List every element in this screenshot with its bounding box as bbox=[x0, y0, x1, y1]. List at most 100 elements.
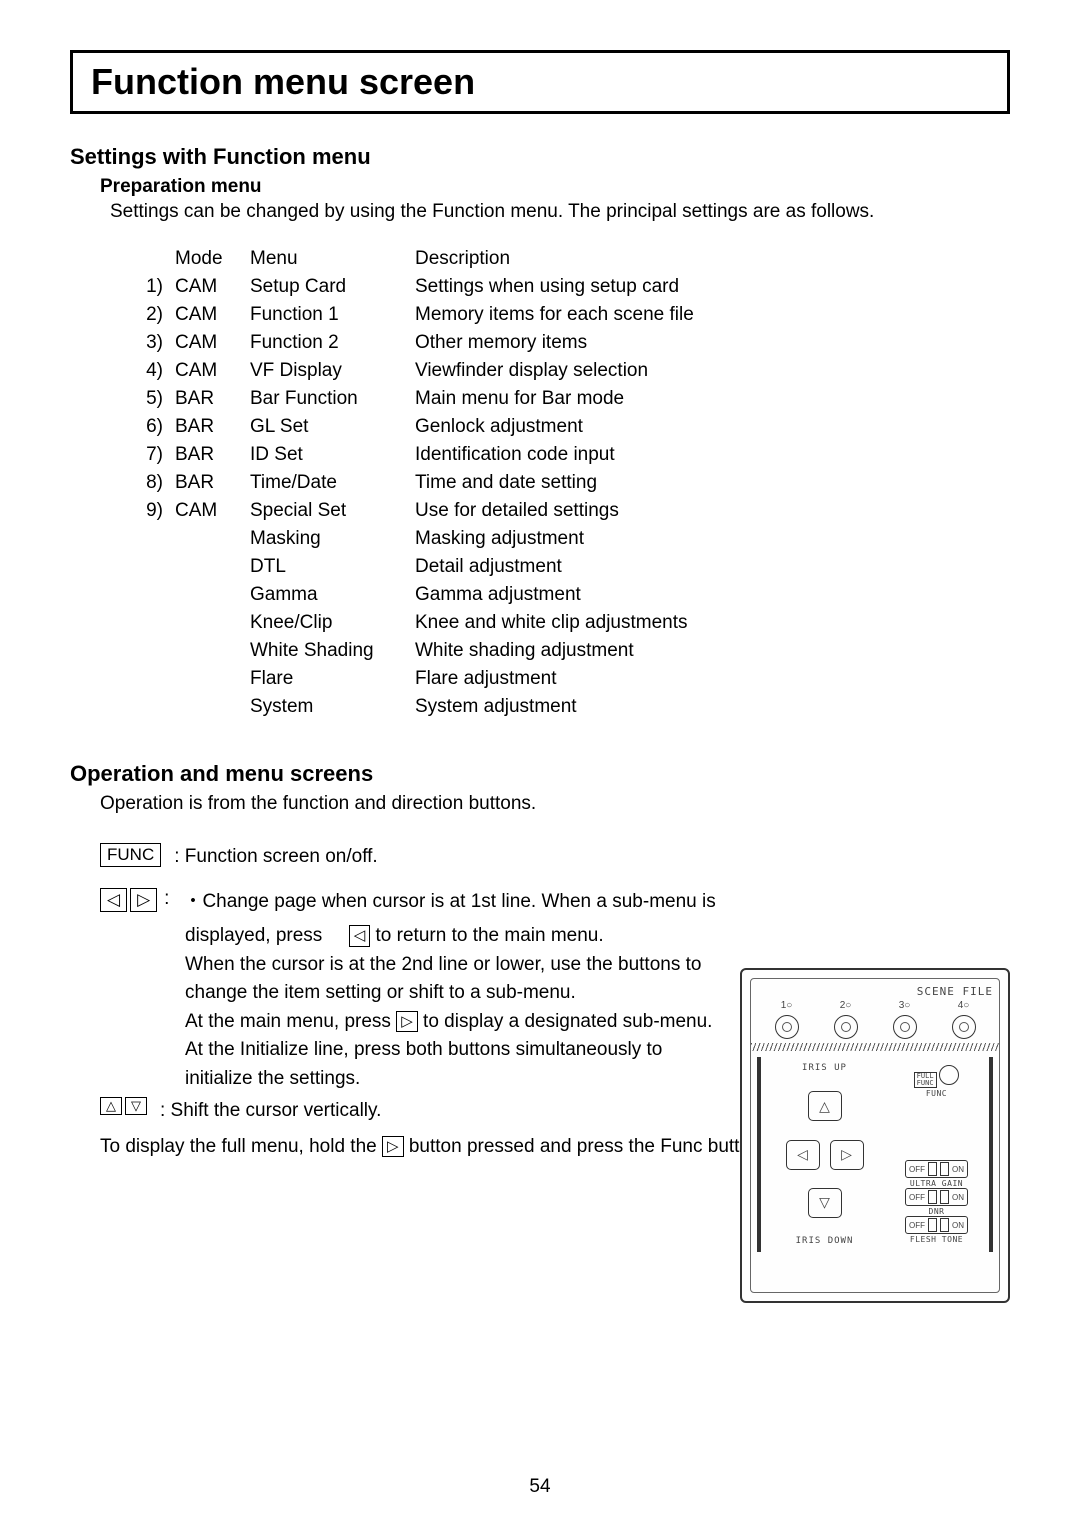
func-button[interactable] bbox=[939, 1065, 959, 1085]
inline-left-key[interactable]: ◁ bbox=[349, 925, 371, 947]
menu-table: Mode Menu Description 1)CAMSetup CardSet… bbox=[130, 245, 835, 721]
row-mode: BAR bbox=[175, 441, 250, 469]
lr-line4-post: to display a designated sub-menu. bbox=[423, 1011, 712, 1032]
control-panel-inner: SCENE FILE 1○ 2○ 3○ 4○ IRIS UP △ ◁ ▷ ▽ I… bbox=[750, 978, 1000, 1293]
row-desc: White shading adjustment bbox=[415, 637, 835, 665]
table-row: 3)CAMFunction 2Other memory items bbox=[130, 329, 835, 357]
func-key[interactable]: FUNC bbox=[100, 843, 161, 867]
settings-heading: Settings with Function menu bbox=[70, 144, 1010, 170]
row-num: 5) bbox=[130, 385, 175, 413]
toggle-slider-icon bbox=[940, 1162, 949, 1176]
row-desc: Memory items for each scene file bbox=[415, 301, 835, 329]
row-num: 8) bbox=[130, 469, 175, 497]
row-desc: Masking adjustment bbox=[415, 525, 835, 553]
preparation-intro: Settings can be changed by using the Fun… bbox=[110, 201, 1010, 223]
row-num bbox=[130, 665, 175, 693]
row-menu: Flare bbox=[250, 665, 415, 693]
scene-file-label: SCENE FILE bbox=[757, 985, 993, 998]
settings-section: Settings with Function menu Preparation … bbox=[70, 144, 1010, 721]
toggle-slider-icon bbox=[928, 1162, 937, 1176]
toggle-off: OFF bbox=[909, 1165, 925, 1174]
row-mode bbox=[175, 609, 250, 637]
table-row: 9)CAMSpecial SetUse for detailed setting… bbox=[130, 497, 835, 525]
row-menu: ID Set bbox=[250, 441, 415, 469]
row-desc: Viewfinder display selection bbox=[415, 357, 835, 385]
table-row: FlareFlare adjustment bbox=[130, 665, 835, 693]
toggle-slider-icon bbox=[928, 1190, 937, 1204]
row-desc: Settings when using setup card bbox=[415, 273, 835, 301]
toggle-on: ON bbox=[952, 1221, 964, 1230]
full-pre: To display the full menu, hold the bbox=[100, 1136, 377, 1157]
toggle-group: OFFONULTRA GAIN bbox=[890, 1160, 983, 1188]
table-row: Knee/ClipKnee and white clip adjustments bbox=[130, 609, 835, 637]
row-num bbox=[130, 553, 175, 581]
lr-line1b: displayed, press ◁ to return to the main… bbox=[185, 922, 1010, 951]
table-row: 1)CAMSetup CardSettings when using setup… bbox=[130, 273, 835, 301]
toggle-on: ON bbox=[952, 1193, 964, 1202]
table-row: 8)BARTime/DateTime and date setting bbox=[130, 469, 835, 497]
table-row: SystemSystem adjustment bbox=[130, 693, 835, 721]
row-desc: Genlock adjustment bbox=[415, 413, 835, 441]
row-mode: CAM bbox=[175, 329, 250, 357]
row-mode: BAR bbox=[175, 413, 250, 441]
panel-left-button[interactable]: ◁ bbox=[786, 1140, 820, 1170]
row-menu: VF Display bbox=[250, 357, 415, 385]
toggle-slider-icon bbox=[940, 1190, 949, 1204]
row-num: 2) bbox=[130, 301, 175, 329]
toggle-switch[interactable]: OFFON bbox=[905, 1216, 968, 1234]
scene-knob-1[interactable] bbox=[775, 1015, 799, 1039]
toggle-label: ULTRA GAIN bbox=[890, 1179, 983, 1188]
row-mode: CAM bbox=[175, 301, 250, 329]
row-mode bbox=[175, 525, 250, 553]
panel-right-button[interactable]: ▷ bbox=[830, 1140, 864, 1170]
func-group: FULLFUNC FUNC bbox=[890, 1065, 983, 1098]
row-menu: System bbox=[250, 693, 415, 721]
row-num: 1) bbox=[130, 273, 175, 301]
row-mode bbox=[175, 553, 250, 581]
row-num bbox=[130, 525, 175, 553]
table-row: 2)CAMFunction 1Memory items for each sce… bbox=[130, 301, 835, 329]
inline-right-key[interactable]: ▷ bbox=[396, 1011, 418, 1033]
up-key[interactable]: △ bbox=[100, 1097, 122, 1115]
toggle-switch[interactable]: OFFON bbox=[905, 1160, 968, 1178]
left-key[interactable]: ◁ bbox=[100, 888, 127, 912]
inline-right-key-2[interactable]: ▷ bbox=[382, 1136, 404, 1158]
scene-knob-2[interactable] bbox=[834, 1015, 858, 1039]
toggle-switch[interactable]: OFFON bbox=[905, 1188, 968, 1206]
iris-down-label: IRIS DOWN bbox=[796, 1236, 854, 1246]
scene-knob-4[interactable] bbox=[952, 1015, 976, 1039]
control-panel-diagram: SCENE FILE 1○ 2○ 3○ 4○ IRIS UP △ ◁ ▷ ▽ I… bbox=[740, 968, 1010, 1303]
row-menu: Function 2 bbox=[250, 329, 415, 357]
row-desc: Knee and white clip adjustments bbox=[415, 609, 835, 637]
row-desc: Identification code input bbox=[415, 441, 835, 469]
row-num: 4) bbox=[130, 357, 175, 385]
row-num bbox=[130, 581, 175, 609]
header-menu: Menu bbox=[250, 245, 415, 273]
table-row: 6)BARGL SetGenlock adjustment bbox=[130, 413, 835, 441]
row-desc: Use for detailed settings bbox=[415, 497, 835, 525]
row-mode: CAM bbox=[175, 497, 250, 525]
func-key-row: FUNC : Function screen on/off. bbox=[100, 843, 1010, 872]
operation-intro: Operation is from the function and direc… bbox=[100, 793, 1010, 815]
row-num: 3) bbox=[130, 329, 175, 357]
row-menu: Function 1 bbox=[250, 301, 415, 329]
row-menu: Masking bbox=[250, 525, 415, 553]
control-block: IRIS UP △ ◁ ▷ ▽ IRIS DOWN FULLFUNC FUNC … bbox=[757, 1057, 993, 1252]
scene-knob-3[interactable] bbox=[893, 1015, 917, 1039]
row-menu: Bar Function bbox=[250, 385, 415, 413]
scene-4-label: 4○ bbox=[958, 1000, 970, 1011]
row-menu: GL Set bbox=[250, 413, 415, 441]
row-mode bbox=[175, 693, 250, 721]
full-post: button pressed and press the Func button… bbox=[409, 1136, 766, 1157]
panel-up-button[interactable]: △ bbox=[808, 1091, 842, 1121]
row-mode: CAM bbox=[175, 273, 250, 301]
scene-num-row: 1○ 2○ 3○ 4○ bbox=[757, 1000, 993, 1011]
row-menu: Knee/Clip bbox=[250, 609, 415, 637]
row-mode bbox=[175, 637, 250, 665]
right-key[interactable]: ▷ bbox=[130, 888, 157, 912]
toggles-column: FULLFUNC FUNC OFFONULTRA GAINOFFONDNROFF… bbox=[890, 1063, 983, 1246]
down-key[interactable]: ▽ bbox=[125, 1097, 147, 1115]
panel-down-button[interactable]: ▽ bbox=[808, 1188, 842, 1218]
preparation-subheading: Preparation menu bbox=[100, 176, 1010, 198]
table-row: 7)BARID SetIdentification code input bbox=[130, 441, 835, 469]
